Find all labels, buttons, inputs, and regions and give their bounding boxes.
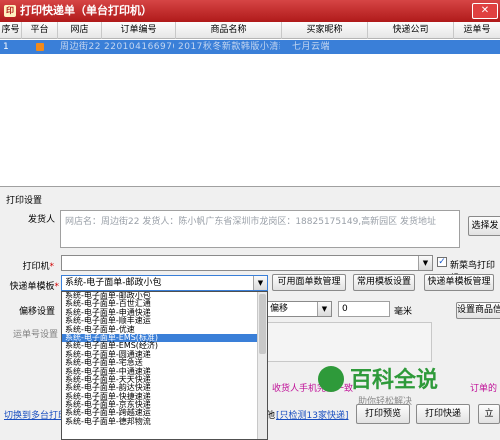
offset-direction-select[interactable]: 偏移 ▼ — [266, 301, 332, 317]
window-title: 打印快递单（单台打印机） — [20, 4, 152, 17]
column-header-shop[interactable]: 网店 — [58, 22, 102, 39]
offset-input[interactable]: 0 — [338, 301, 390, 317]
tracking-cell — [456, 40, 498, 54]
template-select[interactable]: 系统-电子面单-邮政小包 ▼ — [61, 275, 268, 291]
grid-header: 序号 平台 网店 订单编号 商品名称 买家昵称 快递公司 运单号 — [0, 22, 500, 39]
buyer-cell: 七月云端 — [292, 42, 331, 52]
dropdown-option[interactable]: 系统-电子面单-德邦物流 — [62, 417, 267, 426]
printer-label: 打印机* — [22, 262, 54, 272]
order-cell: 220104166976 — [104, 42, 174, 52]
right-action-button[interactable]: 立 — [478, 404, 500, 424]
watermark: 百科全说 助你轻松解决 — [318, 362, 470, 407]
offset-unit: 毫米 — [394, 307, 413, 317]
watermark-subtitle: 助你轻松解决 — [358, 397, 413, 407]
column-header-order[interactable]: 订单编号 — [102, 22, 176, 39]
offset-direction-value: 偏移 — [270, 304, 289, 314]
order-grid: 序号 平台 网店 订单编号 商品名称 买家昵称 快递公司 运单号 1 周边街22… — [0, 22, 500, 187]
sender-textbox[interactable]: 网店名：周边街22 发货人：陈小帆广东省深圳市龙岗区：18825175149,高… — [60, 210, 460, 248]
product-settings-button[interactable]: 设置商品信 — [456, 302, 500, 319]
tracking-area[interactable] — [266, 322, 432, 362]
column-header-platform[interactable]: 平台 — [22, 22, 58, 39]
check-courier-link[interactable]: [只检测13家快递] — [276, 408, 348, 421]
cainiao-checkbox[interactable]: ✓ — [437, 257, 447, 267]
printer-select[interactable]: ▼ — [61, 255, 433, 271]
print-settings-label: 打印设置 — [6, 196, 43, 206]
column-header-courier[interactable]: 快递公司 — [368, 22, 454, 39]
column-header-index[interactable]: 序号 — [0, 22, 22, 39]
platform-cell — [36, 40, 56, 54]
template-manage-button[interactable]: 快递单模板管理 — [424, 274, 494, 291]
sender-text: 网店名：周边街22 发货人：陈小帆广东省深圳市龙岗区：18825175149,高… — [65, 217, 437, 227]
table-row[interactable]: 1 周边街22 220104166976 2017秋冬新款韩版小清新连衣裙 七月… — [0, 40, 500, 54]
print-button[interactable]: 打印快递 — [416, 404, 470, 424]
tracking-label: 运单号设置 — [12, 330, 58, 340]
shop-icon — [36, 42, 44, 51]
dropdown-scrollbar[interactable] — [257, 292, 267, 439]
offset-label: 偏移设置 — [18, 307, 55, 317]
shop-cell: 周边街22 — [60, 42, 100, 52]
select-sender-button[interactable]: 选择发 — [468, 216, 500, 236]
template-dropdown-list[interactable]: 系统-电子面单-邮政小包 系统-电子面单-百世汇通 系统-电子面单-申通快递 系统-电… — [61, 291, 268, 440]
template-value: 系统-电子面单-邮政小包 — [65, 278, 162, 288]
template-label: 快递单模板* — [9, 282, 59, 292]
close-button[interactable]: ✕ — [472, 3, 498, 19]
app-icon: 印 — [4, 5, 16, 17]
product-cell: 2017秋冬新款韩版小清新连衣裙 — [178, 42, 280, 52]
watermark-logo-icon — [318, 366, 344, 392]
column-header-product[interactable]: 商品名称 — [176, 22, 282, 39]
column-header-buyer[interactable]: 买家昵称 — [282, 22, 368, 39]
scrollbar-thumb[interactable] — [259, 294, 266, 354]
chevron-down-icon: ▼ — [418, 256, 432, 270]
print-preview-button[interactable]: 打印预览 — [356, 404, 410, 424]
chevron-down-icon: ▼ — [253, 276, 267, 290]
column-header-tracking[interactable]: 运单号 — [454, 22, 500, 39]
common-template-button[interactable]: 常用模板设置 — [353, 274, 415, 291]
courier-cell — [370, 40, 452, 54]
watermark-title: 百科全说 — [350, 368, 439, 393]
row-index: 1 — [3, 42, 9, 52]
match-note-tail: 订单的 — [470, 384, 498, 394]
available-waybill-button[interactable]: 可用面单数管理 — [272, 274, 346, 291]
switch-multi-printer-link[interactable]: 切换到多台打印 — [4, 408, 67, 421]
title-bar: 印 打印快递单（单台打印机） ✕ — [0, 0, 500, 22]
chevron-down-icon: ▼ — [317, 302, 331, 316]
sender-label: 发货人 — [27, 215, 55, 225]
